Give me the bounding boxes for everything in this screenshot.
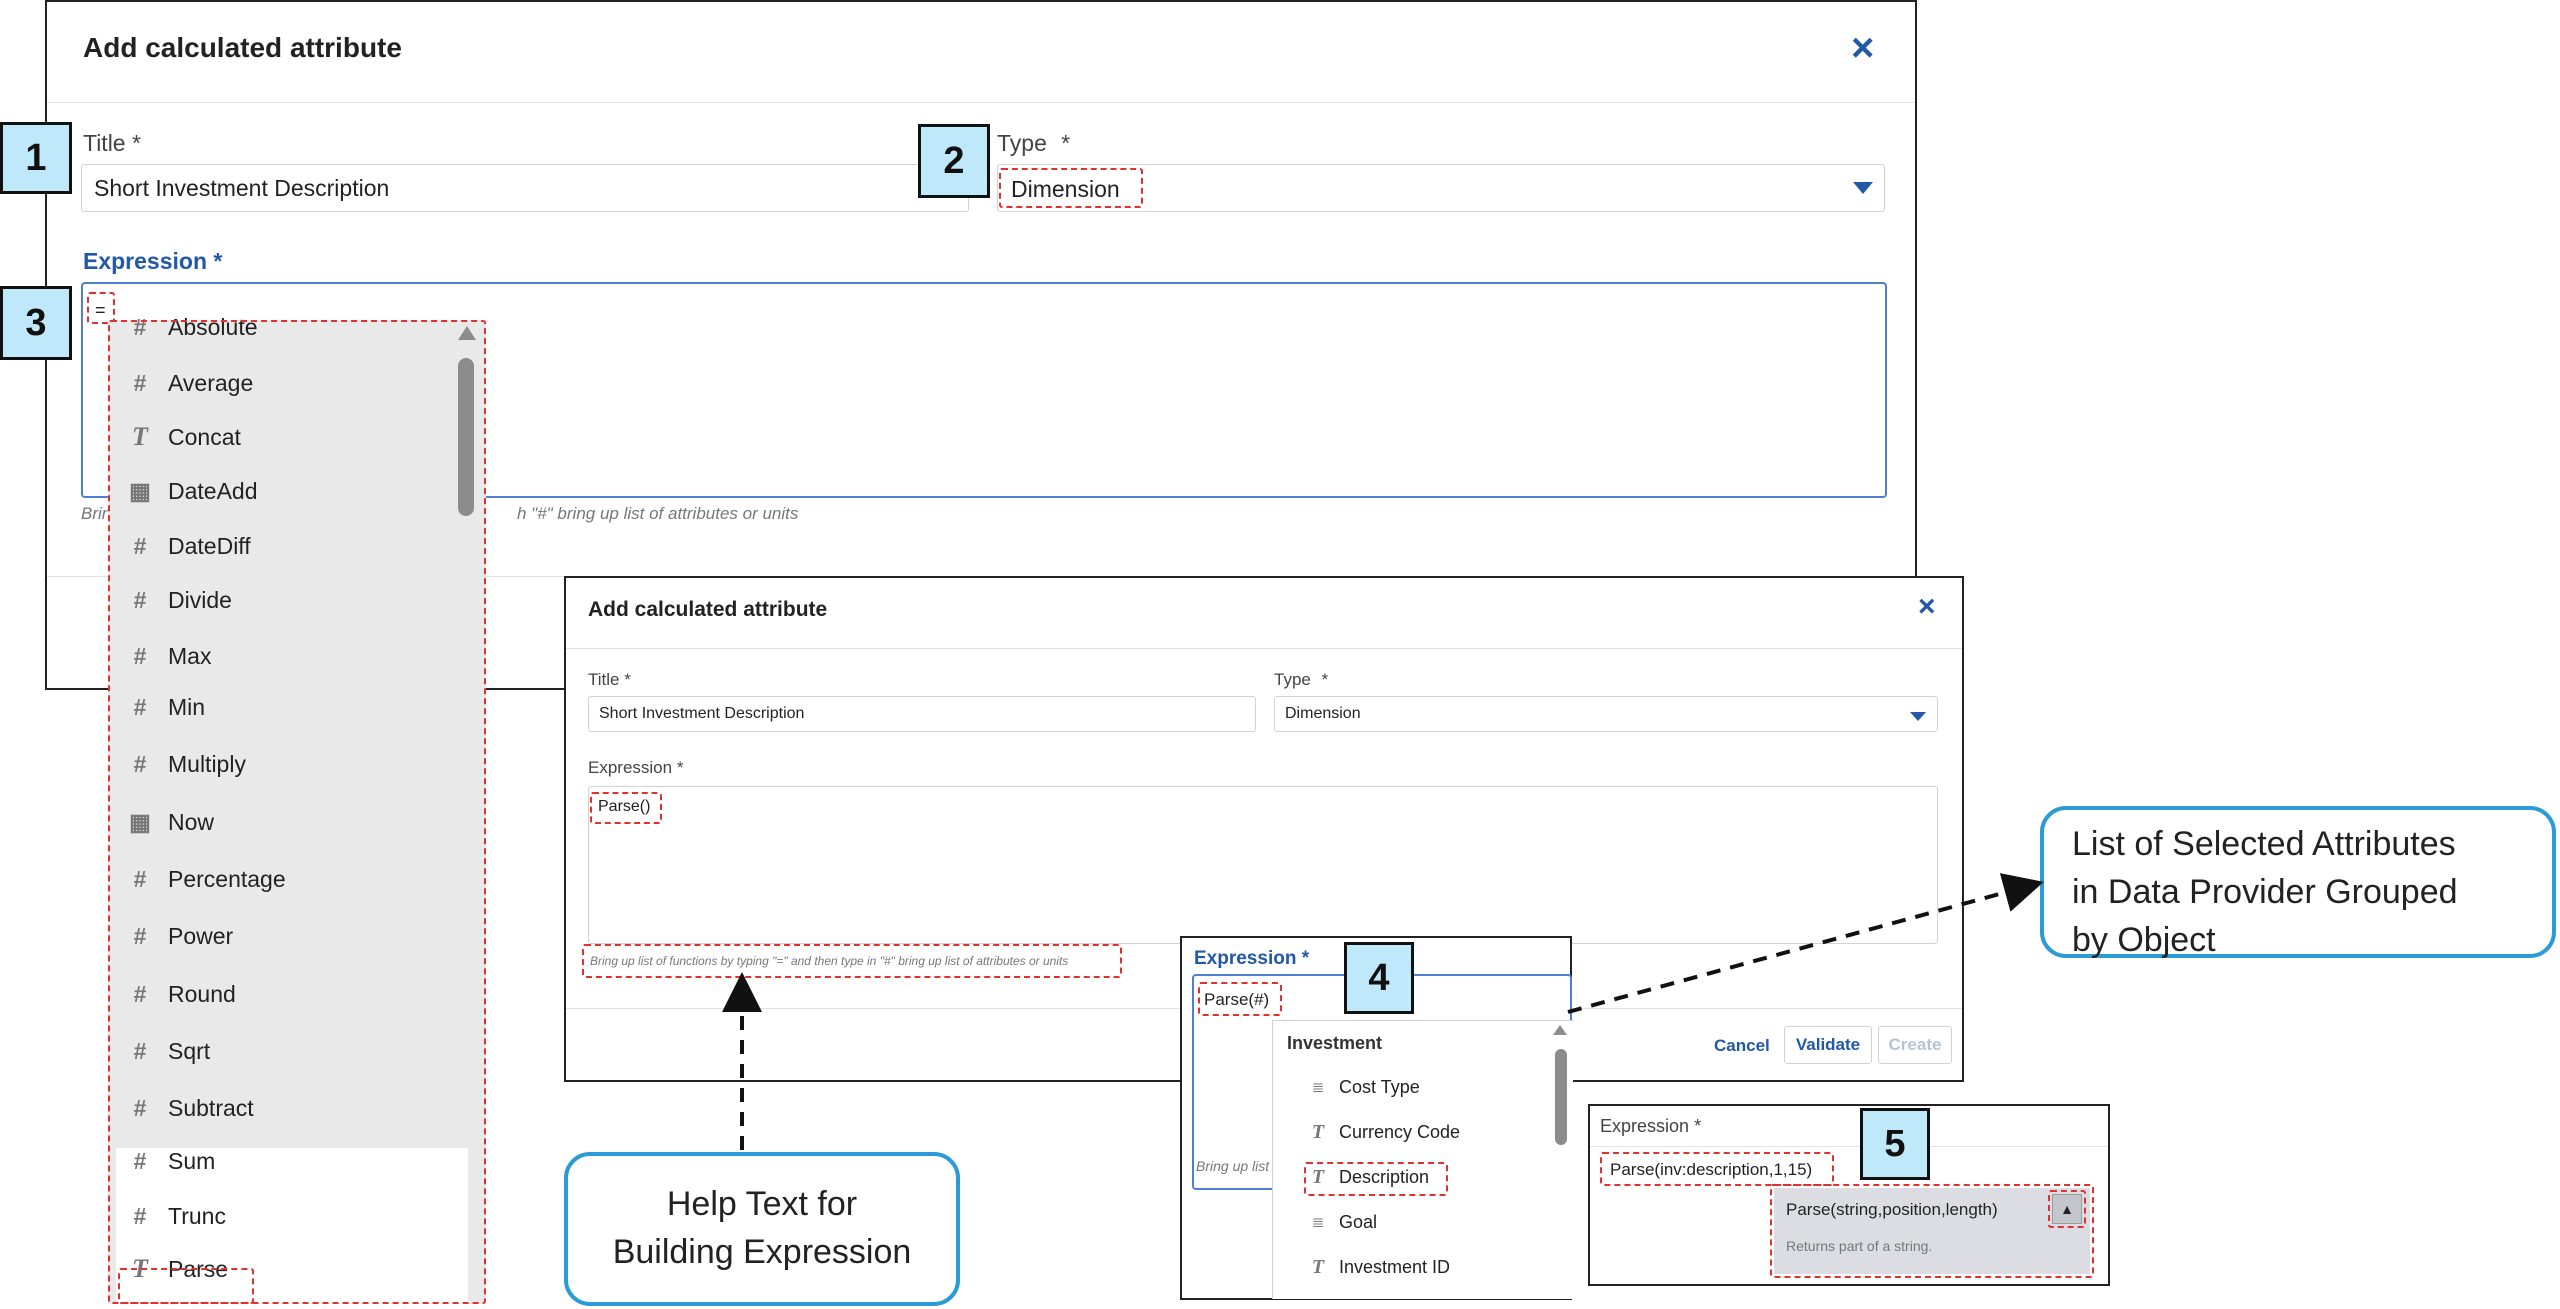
arrow-to-selected-attributes	[1567, 873, 2044, 1014]
annotation-arrows	[722, 873, 2044, 1150]
